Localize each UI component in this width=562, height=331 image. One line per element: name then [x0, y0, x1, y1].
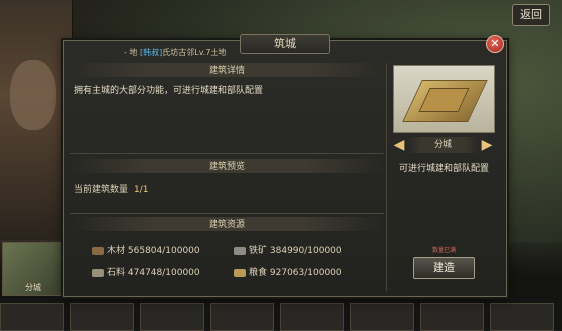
bottom-building-thumb[interactable]: 分城 — [2, 242, 64, 296]
wood-icon — [92, 246, 104, 255]
subtitle-prefix: - 地 — [124, 48, 138, 57]
food-icon — [234, 268, 246, 277]
left-panel: 建筑详情 拥有主城的大部分功能，可进行城建和部队配置 建筑预览 当前建筑数量 1/… — [70, 63, 384, 291]
right-panel: ◀ 分城 ▶ 可进行城建和部队配置 数量已满 建造 — [386, 63, 501, 291]
resource-iron: 铁矿 384990/100000 — [234, 243, 342, 256]
preview-row: 当前建筑数量 1/1 — [74, 182, 149, 195]
build-requirement: 数量已满 — [431, 247, 456, 254]
resource-value: 384990/100000 — [269, 246, 342, 256]
resource-value: 927063/100000 — [269, 268, 342, 278]
resource-name: 铁矿 — [249, 246, 268, 256]
resource-name: 木材 — [107, 246, 126, 256]
chevron-left-icon[interactable]: ◀ — [393, 137, 405, 153]
bottom-tabs — [0, 303, 562, 331]
building-description: 可进行城建和部队配置 — [398, 164, 489, 174]
subtitle-land-name: 氏坊古邻Lv.7土地 — [162, 48, 227, 57]
land-subtitle: - 地 [韩叔]氏坊古邻Lv.7土地 — [124, 47, 226, 58]
close-icon[interactable]: ✕ — [486, 35, 504, 53]
back-button[interactable]: 返回 — [512, 4, 550, 26]
preview-header: 建筑预览 — [70, 159, 384, 173]
resource-name: 石料 — [107, 268, 126, 278]
divider — [70, 213, 384, 214]
preview-value: 1/1 — [134, 185, 149, 195]
dialog-title: 筑城 — [240, 34, 330, 54]
bottom-tab[interactable] — [0, 303, 64, 331]
character-face — [10, 60, 56, 130]
building-name: 分城 — [407, 137, 479, 153]
stone-icon — [92, 268, 104, 277]
iron-icon — [234, 246, 246, 255]
build-button[interactable]: 建造 — [413, 257, 475, 279]
bottom-tab[interactable] — [420, 303, 484, 331]
chevron-right-icon[interactable]: ▶ — [481, 137, 493, 153]
resource-food: 粮食 927063/100000 — [234, 265, 342, 278]
details-text: 拥有主城的大部分功能，可进行城建和部队配置 — [74, 86, 264, 96]
bottom-tab[interactable] — [210, 303, 274, 331]
resource-name: 粮食 — [249, 268, 268, 278]
building-image — [393, 65, 495, 133]
bottom-tab[interactable] — [490, 303, 554, 331]
divider — [70, 153, 384, 154]
details-header: 建筑详情 — [70, 63, 384, 77]
subtitle-tag: [韩叔] — [139, 48, 163, 57]
build-city-dialog: 筑城 ✕ - 地 [韩叔]氏坊古邻Lv.7土地 建筑详情 拥有主城的大部分功能，… — [63, 34, 507, 297]
resource-value: 474748/100000 — [127, 268, 200, 278]
bottom-thumb-label: 分城 — [25, 283, 41, 292]
resource-wood: 木材 565804/100000 — [92, 243, 200, 256]
preview-label: 当前建筑数量 — [74, 185, 129, 195]
bottom-tab[interactable] — [350, 303, 414, 331]
resource-value: 565804/100000 — [127, 246, 200, 256]
resources-header: 建筑资源 — [70, 217, 384, 231]
building-selector: ◀ 分城 ▶ — [393, 137, 493, 153]
bottom-tab[interactable] — [280, 303, 344, 331]
resource-stone: 石料 474748/100000 — [92, 265, 200, 278]
bottom-tab[interactable] — [70, 303, 134, 331]
bottom-tab[interactable] — [140, 303, 204, 331]
